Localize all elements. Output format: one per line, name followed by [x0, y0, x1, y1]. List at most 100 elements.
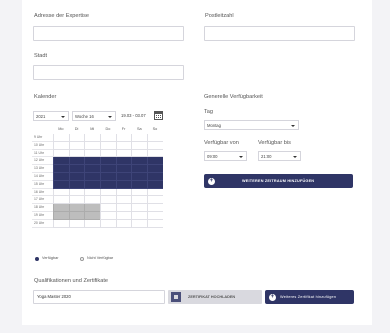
calendar-slot[interactable] — [131, 165, 148, 173]
calendar-slot[interactable] — [115, 196, 132, 205]
calendar-slot[interactable] — [131, 188, 148, 197]
calendar-slot[interactable] — [131, 172, 148, 181]
calendar-slot[interactable] — [147, 219, 163, 228]
calendar-slot[interactable] — [100, 157, 116, 166]
legend-available-label: Verfügbar — [42, 256, 59, 260]
calendar-slot[interactable] — [131, 180, 148, 189]
calendar-slot[interactable] — [68, 149, 85, 158]
calendar-slot[interactable] — [147, 180, 163, 189]
calendar-row: 10 Uhr — [32, 141, 166, 150]
calendar-slot[interactable] — [115, 165, 132, 173]
calendar-slot[interactable] — [147, 149, 163, 158]
calendar-slot[interactable] — [100, 219, 116, 228]
calendar-slot[interactable] — [100, 172, 116, 181]
calendar-slot[interactable] — [84, 196, 101, 205]
calendar-slot[interactable] — [68, 172, 85, 181]
calendar-slot[interactable] — [131, 204, 148, 212]
calendar-slot[interactable] — [115, 180, 132, 189]
calendar-slot[interactable] — [115, 141, 132, 150]
day-select[interactable]: Montag — [204, 120, 299, 130]
calendar-slot[interactable] — [131, 196, 148, 205]
calendar-slot[interactable] — [84, 172, 101, 181]
calendar-slot[interactable] — [147, 157, 163, 166]
calendar-slot[interactable] — [115, 204, 132, 212]
calendar-slot[interactable] — [53, 196, 69, 205]
calendar-slot[interactable] — [68, 196, 85, 205]
calendar-icon[interactable] — [154, 111, 163, 120]
address-input[interactable] — [33, 26, 184, 41]
calendar-slot[interactable] — [147, 165, 163, 173]
calendar-slot[interactable] — [115, 134, 132, 142]
calendar-slot[interactable] — [53, 180, 69, 189]
calendar-slot[interactable] — [115, 157, 132, 166]
calendar-slot[interactable] — [131, 149, 148, 158]
calendar-slot[interactable] — [84, 211, 101, 220]
calendar-slot[interactable] — [53, 165, 69, 173]
calendar-slot[interactable] — [115, 149, 132, 158]
calendar-slot[interactable] — [68, 219, 85, 228]
calendar-slot[interactable] — [131, 134, 148, 142]
calendar-slot[interactable] — [131, 219, 148, 228]
calendar-slot[interactable] — [115, 219, 132, 228]
calendar-slot[interactable] — [68, 165, 85, 173]
calendar-slot[interactable] — [131, 157, 148, 166]
calendar-slot[interactable] — [53, 188, 69, 197]
calendar-slot[interactable] — [115, 211, 132, 220]
calendar-slot[interactable] — [68, 141, 85, 150]
calendar-slot[interactable] — [53, 157, 69, 166]
calendar-slot[interactable] — [147, 188, 163, 197]
calendar-slot[interactable] — [131, 141, 148, 150]
calendar-slot[interactable] — [53, 211, 69, 220]
year-select[interactable]: 2021 — [33, 111, 69, 121]
calendar-slot[interactable] — [84, 165, 101, 173]
calendar-slot[interactable] — [147, 211, 163, 220]
calendar-slot[interactable] — [100, 211, 116, 220]
calendar-slot[interactable] — [100, 196, 116, 205]
upload-certificate-button[interactable]: ZERTIFIKAT HOCHLADEN — [168, 290, 262, 304]
calendar-slot[interactable] — [68, 157, 85, 166]
calendar-slot[interactable] — [68, 134, 85, 142]
calendar-slot[interactable] — [84, 157, 101, 166]
calendar-slot[interactable] — [68, 211, 85, 220]
calendar-slot[interactable] — [68, 204, 85, 212]
postcode-input[interactable] — [204, 26, 355, 41]
calendar-slot[interactable] — [100, 204, 116, 212]
calendar-slot[interactable] — [115, 172, 132, 181]
calendar-slot[interactable] — [53, 172, 69, 181]
calendar-slot[interactable] — [68, 188, 85, 197]
from-select[interactable]: 09:00 — [204, 151, 247, 161]
calendar-slot[interactable] — [68, 180, 85, 189]
calendar-slot[interactable] — [84, 134, 101, 142]
calendar-slot[interactable] — [53, 149, 69, 158]
calendar-slot[interactable] — [84, 204, 101, 212]
calendar-slot[interactable] — [100, 149, 116, 158]
calendar-slot[interactable] — [115, 188, 132, 197]
calendar-slot[interactable] — [100, 141, 116, 150]
calendar-slot[interactable] — [53, 219, 69, 228]
add-timeslot-button[interactable]: + WEITEREN ZEITRAUM HINZUFÜGEN — [204, 174, 353, 188]
calendar-slot[interactable] — [147, 134, 163, 142]
certificate-input[interactable]: Yoga Master 2020 — [33, 290, 165, 304]
calendar-slot[interactable] — [100, 134, 116, 142]
calendar-slot[interactable] — [131, 211, 148, 220]
calendar-slot[interactable] — [100, 165, 116, 173]
add-certificate-button[interactable]: + Weiteres Zertifikat hinzufügen — [265, 290, 354, 304]
calendar-slot[interactable] — [84, 141, 101, 150]
calendar-slot[interactable] — [147, 196, 163, 205]
calendar-slot[interactable] — [100, 180, 116, 189]
to-select[interactable]: 21:00 — [258, 151, 301, 161]
calendar-slot[interactable] — [84, 219, 101, 228]
calendar-slot[interactable] — [100, 188, 116, 197]
calendar-slot[interactable] — [53, 204, 69, 212]
week-select[interactable]: Woche 16 — [72, 111, 116, 121]
calendar-slot[interactable] — [147, 204, 163, 212]
calendar-slot[interactable] — [147, 141, 163, 150]
chevron-down-icon — [291, 124, 295, 127]
calendar-slot[interactable] — [84, 188, 101, 197]
calendar-slot[interactable] — [147, 172, 163, 181]
city-input[interactable] — [33, 65, 184, 80]
calendar-slot[interactable] — [53, 134, 69, 142]
calendar-slot[interactable] — [84, 149, 101, 158]
calendar-slot[interactable] — [84, 180, 101, 189]
calendar-slot[interactable] — [53, 141, 69, 150]
